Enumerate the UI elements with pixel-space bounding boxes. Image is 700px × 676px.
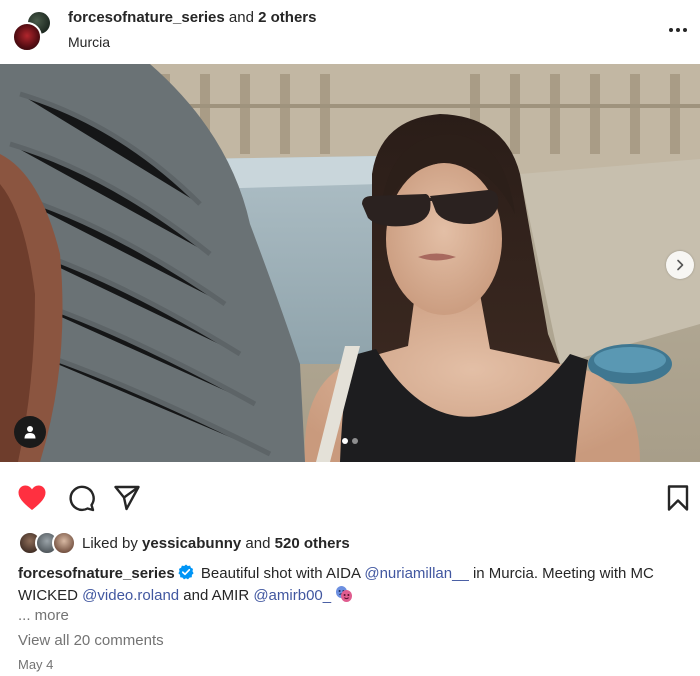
view-all-comments-link[interactable]: View all 20 comments [18,632,164,649]
caption-more-link[interactable]: ... more [18,607,69,624]
post-actions [0,478,700,518]
share-button[interactable] [111,482,143,514]
post-photo [0,64,700,462]
post-date: May 4 [18,657,54,672]
liker-avatars[interactable] [18,531,78,555]
carousel-dot-active [342,438,348,444]
author-username[interactable]: forcesofnature_series [68,9,225,26]
share-icon [114,485,140,511]
bookmark-icon [667,485,689,511]
authors-connector: and [224,9,259,26]
comment-icon [69,485,95,512]
likes-summary: Liked by yessicabunny and 520 others [82,535,350,552]
likes-count-link[interactable]: 520 others [275,535,350,552]
caption-text: Beautiful shot with AIDA [196,565,365,582]
likes-row: Liked by yessicabunny and 520 others [18,530,350,556]
carousel-next-button[interactable] [666,251,694,279]
post-header: forcesofnature_series and 2 others Murci… [0,0,700,64]
performing-arts-emoji [336,586,353,602]
post-caption: forcesofnature_series Beautiful shot wit… [18,563,688,607]
mention-link[interactable]: @video.roland [82,587,179,604]
mention-link[interactable]: @amirb00_ [253,587,331,604]
liker-username[interactable]: yessicabunny [142,535,241,552]
user-tag-icon[interactable] [14,416,46,448]
likes-connector: and [241,534,275,552]
carousel-indicator [342,438,358,444]
caption-text: and AMIR [179,587,254,604]
mention-link[interactable]: @nuriamillan__ [364,565,468,582]
liker-avatar[interactable] [52,531,76,555]
like-button[interactable] [16,482,48,514]
caption-username[interactable]: forcesofnature_series [18,565,175,582]
more-horizontal-icon[interactable] [662,18,694,42]
comment-button[interactable] [65,482,97,514]
heart-icon [18,485,46,510]
save-button[interactable] [662,482,694,514]
author-avatar[interactable] [12,22,42,52]
carousel-dot [352,438,358,444]
others-link[interactable]: 2 others [258,9,316,26]
post-location[interactable]: Murcia [68,34,110,50]
collab-avatars[interactable] [12,10,56,54]
likes-prefix: Liked by [82,534,143,552]
chevron-right-icon [677,259,684,271]
post-image[interactable] [0,64,700,462]
verified-badge-icon [178,564,194,580]
post-authors: forcesofnature_series and 2 others [68,9,316,26]
